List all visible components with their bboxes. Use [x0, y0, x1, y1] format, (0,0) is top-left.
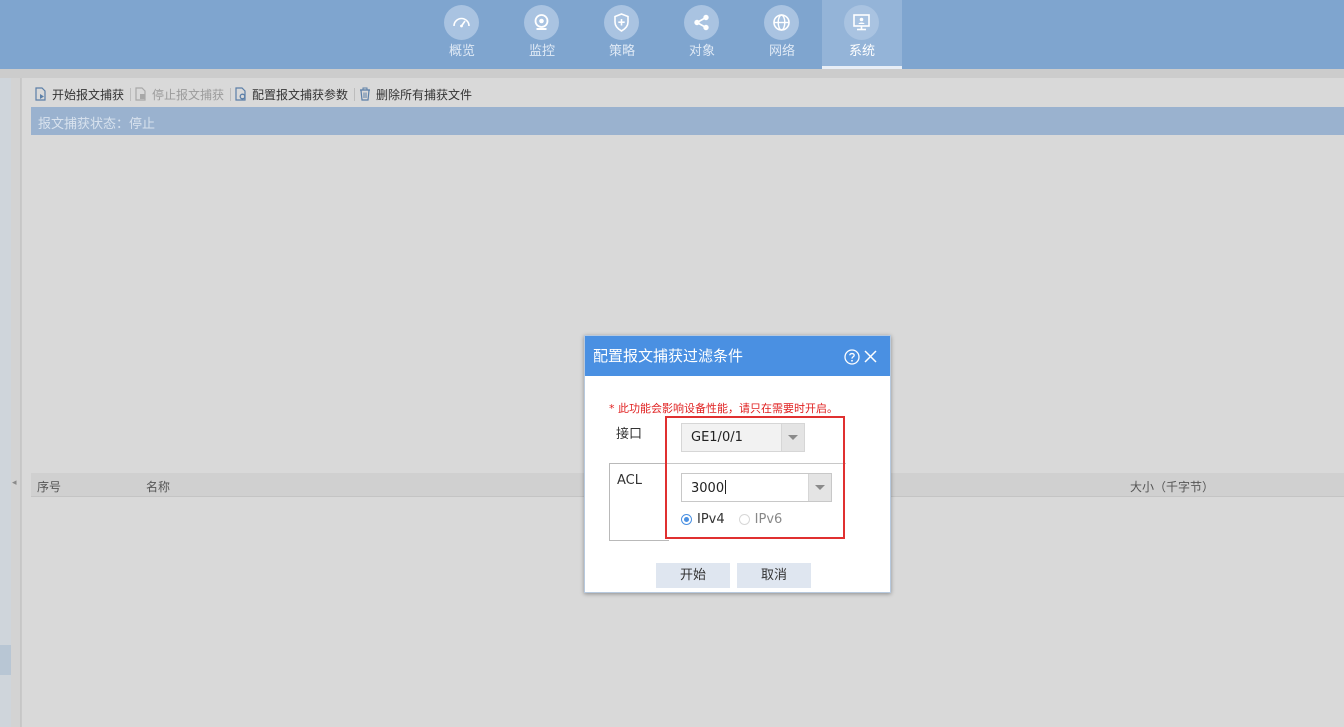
nav-label: 网络 — [768, 44, 795, 59]
nav-item-object[interactable]: 对象 — [662, 0, 742, 69]
start-capture-label: 开始报文捕获 — [52, 87, 125, 102]
close-icon[interactable] — [863, 349, 878, 367]
acl-group-divider — [665, 463, 846, 464]
config-capture-params-label: 配置报文捕获参数 — [252, 87, 349, 102]
capture-filter-dialog: 配置报文捕获过滤条件 * 此功能会影响设备性能，请只在需要时开启。 接口 GE1… — [584, 335, 891, 593]
interface-select-value: GE1/0/1 — [691, 430, 743, 445]
camera-icon — [524, 5, 559, 40]
interface-label: 接口 — [616, 427, 643, 442]
sidebar-selected-marker — [0, 645, 11, 675]
dialog-title-bar: 配置报文捕获过滤条件 — [585, 336, 890, 376]
nav-label: 监控 — [528, 44, 555, 59]
monitor-icon — [844, 5, 879, 40]
capture-status-bar: 报文捕获状态：停止 — [31, 107, 1344, 135]
acl-combobox-value: 3000 — [691, 480, 727, 496]
cancel-button[interactable]: 取消 — [737, 563, 811, 588]
nav-item-overview[interactable]: 概览 — [422, 0, 502, 69]
acl-label: ACL — [617, 473, 642, 488]
nav-item-policy[interactable]: 策略 — [582, 0, 662, 69]
start-capture-button[interactable]: 开始报文捕获 — [31, 83, 130, 105]
interface-select[interactable]: GE1/0/1 — [681, 423, 805, 452]
ipv6-radio-label: IPv6 — [754, 512, 783, 527]
capture-toolbar: 开始报文捕获 停止报文捕获 配置报文捕获参数 删除所有捕获文件 — [31, 83, 478, 105]
nav-item-network[interactable]: 网络 — [742, 0, 822, 69]
top-nav: 概览 监控 策略 对象 网络 系统 — [0, 0, 1344, 69]
delete-all-files-button[interactable]: 删除所有捕获文件 — [355, 83, 478, 105]
nav-label: 系统 — [848, 44, 875, 59]
column-name: 名称 — [146, 480, 171, 494]
nav-divider — [0, 69, 1344, 78]
acl-combobox[interactable]: 3000 — [681, 473, 832, 502]
chevron-left-icon: ◂ — [12, 478, 17, 488]
ipv4-radio[interactable] — [681, 514, 692, 525]
file-stop-icon — [135, 87, 146, 101]
dashboard-gauge-icon — [444, 5, 479, 40]
share-nodes-icon — [684, 5, 719, 40]
text-caret — [725, 480, 727, 494]
help-icon[interactable] — [844, 349, 860, 368]
capture-status-text: 报文捕获状态：停止 — [38, 117, 156, 132]
config-capture-params-button[interactable]: 配置报文捕获参数 — [231, 83, 354, 105]
stop-capture-label: 停止报文捕获 — [152, 87, 225, 102]
sidebar-collapse-handle[interactable]: ◂ — [11, 78, 21, 727]
ipv4-radio-label: IPv4 — [697, 512, 725, 527]
nav-label: 对象 — [688, 44, 715, 59]
left-sidebar-collapsed — [0, 78, 11, 727]
ip-version-radio-group: IPv4 IPv6 — [681, 512, 796, 527]
globe-icon — [764, 5, 799, 40]
nav-label: 策略 — [608, 44, 635, 59]
stop-capture-button[interactable]: 停止报文捕获 — [131, 83, 230, 105]
file-start-icon — [35, 87, 46, 101]
acl-value-text: 3000 — [691, 481, 725, 496]
nav-label: 概览 — [448, 44, 475, 59]
start-button[interactable]: 开始 — [656, 563, 730, 588]
column-size: 大小（千字节） — [1130, 480, 1215, 494]
column-index: 序号 — [37, 480, 62, 494]
shield-plus-icon — [604, 5, 639, 40]
file-settings-icon — [235, 87, 246, 101]
nav-item-monitor[interactable]: 监控 — [502, 0, 582, 69]
nav-item-system[interactable]: 系统 — [822, 0, 902, 69]
ipv6-radio[interactable] — [738, 514, 750, 525]
dialog-title: 配置报文捕获过滤条件 — [593, 347, 744, 365]
chevron-down-icon — [781, 424, 804, 451]
chevron-down-icon — [808, 474, 831, 501]
delete-all-files-label: 删除所有捕获文件 — [376, 87, 473, 102]
trash-icon — [360, 87, 371, 101]
performance-warning: * 此功能会影响设备性能，请只在需要时开启。 — [609, 402, 838, 415]
